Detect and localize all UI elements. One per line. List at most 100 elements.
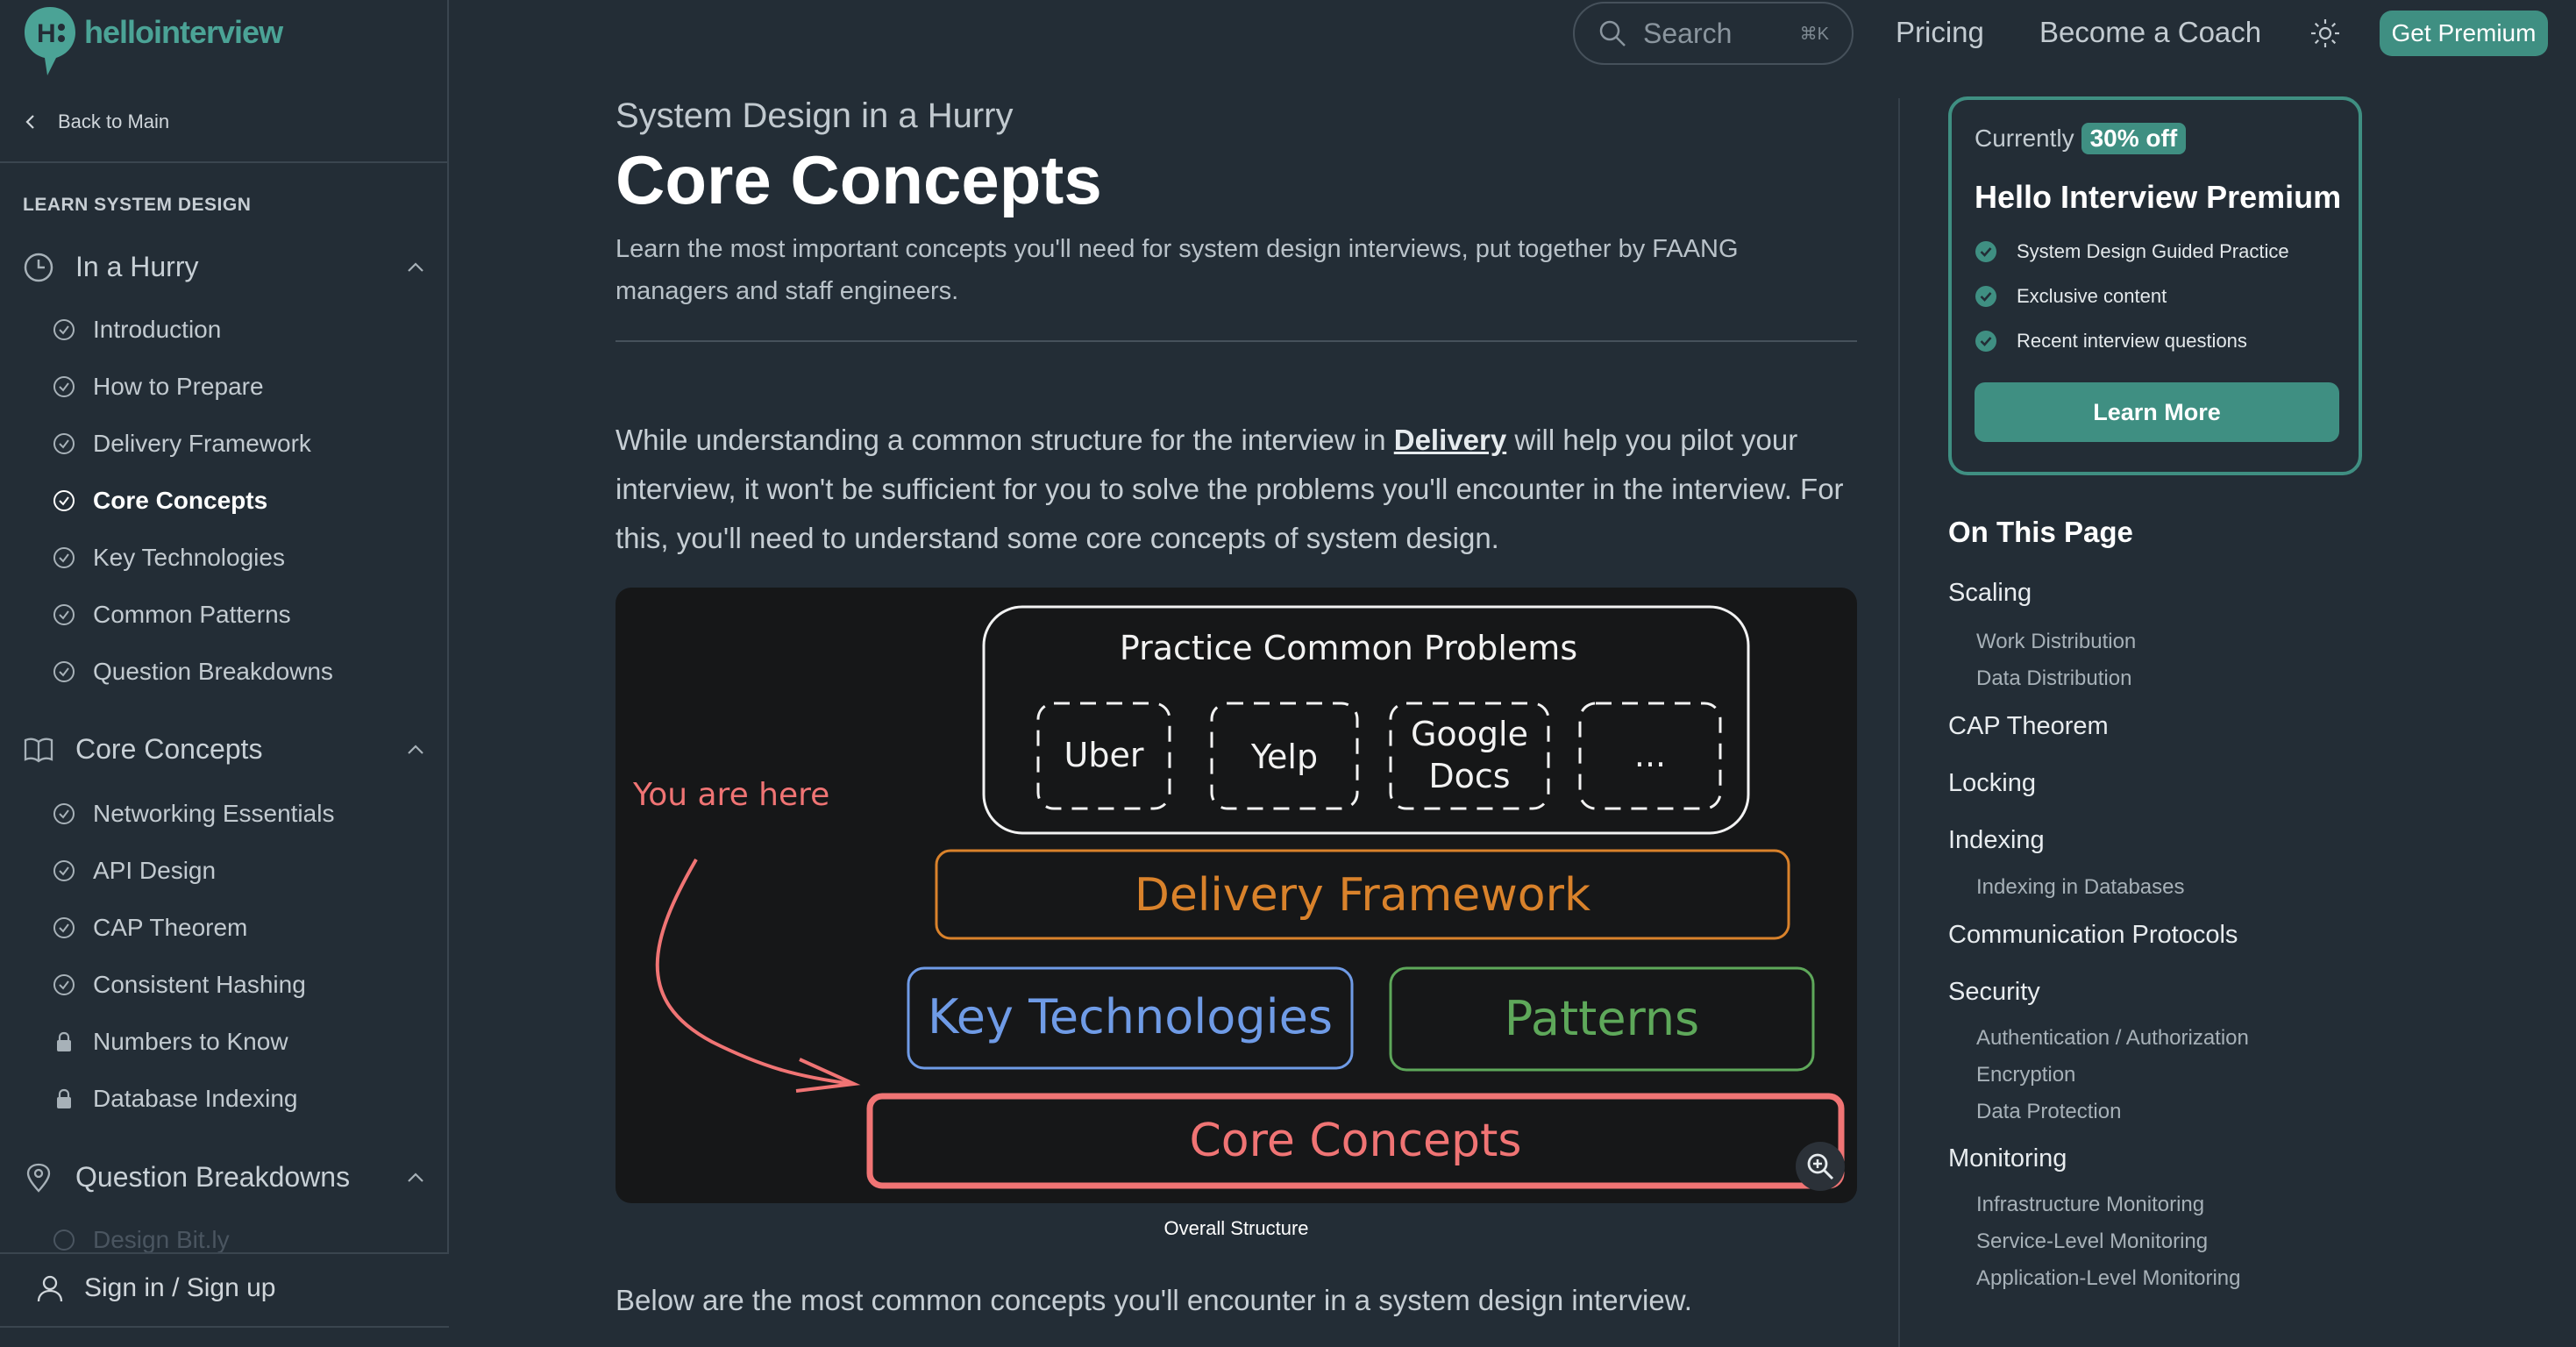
sidebar-section-label: In a Hurry (75, 251, 199, 282)
patterns-label: Patterns (1505, 991, 1699, 1046)
toc-link-monitoring[interactable]: Monitoring (1948, 1144, 2067, 1173)
sidebar-section-in-a-hurry[interactable]: In a Hurry (23, 251, 426, 283)
sidebar-section-question-breakdowns[interactable]: Question Breakdowns (23, 1161, 426, 1194)
sidebar-item-label: How to Prepare (93, 373, 264, 400)
overall-structure-diagram[interactable]: Practice Common Problems Uber Yelp Googl… (616, 588, 1857, 1203)
toc-link-indexing-in-databases[interactable]: Indexing in Databases (1976, 875, 2185, 900)
search-input[interactable]: Search ⌘K (1573, 2, 1854, 65)
check-circle-icon (53, 433, 75, 454)
sidebar-item-design-bitly[interactable]: Design Bit.ly (53, 1226, 230, 1254)
sidebar-item-core-concepts-active[interactable]: Core Concepts (53, 487, 267, 515)
toc-link-encryption[interactable]: Encryption (1976, 1063, 2075, 1087)
page-title: Core Concepts (616, 141, 1102, 218)
toc-link-scaling[interactable]: Scaling (1948, 579, 2032, 608)
toc-link-communication-protocols[interactable]: Communication Protocols (1948, 921, 2238, 950)
svg-text:H: H (37, 19, 56, 48)
premium-card-title: Hello Interview Premium (1975, 179, 2342, 215)
location-pin-icon (26, 1163, 51, 1193)
toc-link-security[interactable]: Security (1948, 978, 2040, 1007)
currently-label: Currently (1975, 125, 2074, 152)
delivery-link[interactable]: Delivery (1394, 424, 1506, 456)
intro-paragraph: While understanding a common structure f… (616, 416, 1857, 563)
sidebar-item-cap-theorem[interactable]: CAP Theorem (53, 914, 247, 942)
sidebar-item-common-patterns[interactable]: Common Patterns (53, 601, 291, 629)
problem-label-google: Google (1411, 715, 1528, 753)
sidebar-item-label: Core Concepts (93, 487, 268, 514)
logo[interactable]: H hellointerview (23, 5, 283, 77)
problem-label-uber: Uber (1064, 736, 1144, 774)
check-badge-icon (1975, 286, 1996, 307)
sign-in-link[interactable]: Sign in / Sign up (35, 1273, 275, 1303)
sidebar-item-database-indexing[interactable]: Database Indexing (53, 1085, 298, 1113)
toc-link-authentication[interactable]: Authentication / Authorization (1976, 1026, 2249, 1051)
check-circle-icon (53, 1229, 75, 1251)
sun-icon[interactable] (2309, 18, 2341, 49)
premium-feature: Exclusive content (1975, 285, 2167, 308)
user-icon (37, 1275, 63, 1302)
sidebar-item-networking-essentials[interactable]: Networking Essentials (53, 800, 334, 828)
toc-link-service-level-monitoring[interactable]: Service-Level Monitoring (1976, 1229, 2208, 1254)
sidebar-item-label: API Design (93, 857, 217, 884)
nav-link-pricing[interactable]: Pricing (1896, 16, 1984, 49)
clock-icon (24, 253, 53, 282)
sidebar-item-label: Consistent Hashing (93, 971, 306, 998)
sidebar-item-numbers-to-know[interactable]: Numbers to Know (53, 1028, 288, 1056)
core-concepts-label: Core Concepts (1189, 1115, 1521, 1167)
sidebar-item-label: Networking Essentials (93, 800, 335, 827)
delivery-framework-label: Delivery Framework (1135, 869, 1590, 922)
search-shortcut: ⌘K (1799, 24, 1829, 44)
sidebar-item-how-to-prepare[interactable]: How to Prepare (53, 373, 264, 401)
sidebar-section-label: Core Concepts (75, 733, 263, 765)
check-circle-icon (53, 803, 75, 824)
sidebar-item-delivery-framework[interactable]: Delivery Framework (53, 430, 311, 458)
premium-feature: Recent interview questions (1975, 330, 2247, 353)
toc-link-data-protection[interactable]: Data Protection (1976, 1100, 2121, 1124)
zoom-button[interactable] (1796, 1142, 1845, 1191)
figure-caption: Overall Structure (1163, 1217, 1309, 1239)
sidebar-item-label: Numbers to Know (93, 1028, 288, 1055)
sidebar-item-label: Database Indexing (93, 1085, 298, 1112)
premium-feature-label: Recent interview questions (2017, 330, 2247, 352)
sidebar-item-introduction[interactable]: Introduction (53, 316, 221, 344)
problem-label-yelp: Yelp (1250, 738, 1318, 776)
book-icon (24, 738, 53, 762)
nav-link-become-a-coach[interactable]: Become a Coach (2039, 16, 2261, 49)
chevron-up-icon (408, 1172, 423, 1182)
logo-text: hellointerview (84, 14, 283, 50)
key-technologies-label: Key Technologies (928, 989, 1333, 1044)
hello-interview-logo-icon: H (25, 7, 75, 75)
learn-more-button[interactable]: Learn More (1975, 382, 2339, 442)
check-circle-icon (53, 490, 75, 511)
toc-link-work-distribution[interactable]: Work Distribution (1976, 630, 2136, 654)
you-are-here-arrow (655, 858, 853, 1086)
check-circle-icon (53, 604, 75, 625)
toc-link-infrastructure-monitoring[interactable]: Infrastructure Monitoring (1976, 1193, 2204, 1217)
breadcrumb[interactable]: System Design in a Hurry (616, 96, 1013, 136)
sidebar-item-api-design[interactable]: API Design (53, 857, 216, 885)
sidebar-divider (0, 1326, 449, 1328)
toc-link-locking[interactable]: Locking (1948, 769, 2036, 798)
toc-link-application-level-monitoring[interactable]: Application-Level Monitoring (1976, 1266, 2241, 1291)
lock-icon (57, 1088, 71, 1108)
get-premium-button[interactable]: Get Premium (2380, 11, 2548, 56)
sign-in-label: Sign in / Sign up (84, 1273, 276, 1302)
toc-link-indexing[interactable]: Indexing (1948, 826, 2045, 855)
sidebar-item-consistent-hashing[interactable]: Consistent Hashing (53, 971, 306, 999)
toc-link-data-distribution[interactable]: Data Distribution (1976, 666, 2131, 691)
sidebar-item-label: Introduction (93, 316, 222, 343)
premium-feature: System Design Guided Practice (1975, 240, 2289, 263)
toc-link-cap-theorem[interactable]: CAP Theorem (1948, 712, 2109, 741)
check-circle-icon (53, 376, 75, 397)
sidebar-item-question-breakdowns[interactable]: Question Breakdowns (53, 658, 333, 686)
sidebar-item-key-technologies[interactable]: Key Technologies (53, 544, 285, 572)
sidebar-section-core-concepts[interactable]: Core Concepts (23, 733, 426, 766)
zoom-in-icon (1807, 1153, 1834, 1180)
premium-feature-label: System Design Guided Practice (2017, 240, 2289, 262)
sidebar-item-label: CAP Theorem (93, 914, 248, 941)
back-to-main-link[interactable]: Back to Main (23, 110, 169, 133)
below-paragraph: Below are the most common concepts you'l… (616, 1284, 1692, 1316)
sidebar-section-label: Question Breakdowns (75, 1161, 351, 1193)
chevron-left-icon (25, 115, 34, 129)
check-circle-icon (53, 860, 75, 881)
sidebar-item-label: Delivery Framework (93, 430, 311, 457)
